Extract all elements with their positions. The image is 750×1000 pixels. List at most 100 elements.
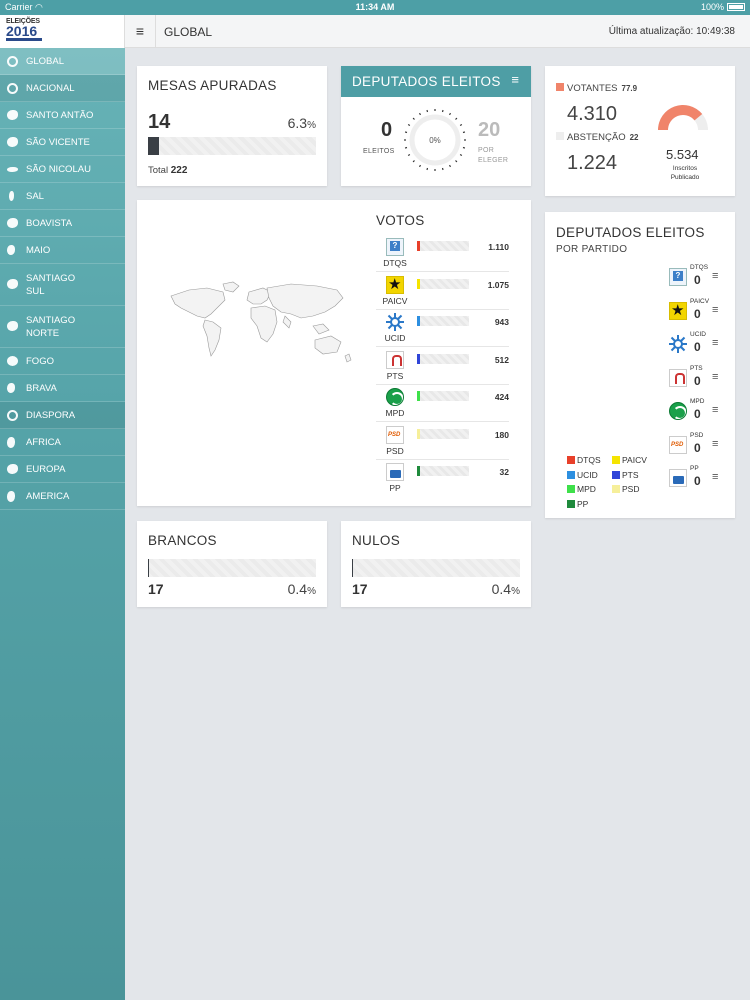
- party-seat-count: 0: [694, 373, 701, 388]
- party-vote-fill: [417, 278, 420, 289]
- last-update: Última atualização: 10:49:38: [608, 26, 735, 37]
- party-vote-fill: [417, 241, 420, 251]
- sidebar-item-america[interactable]: AMERICA: [0, 483, 125, 510]
- legend-swatch: [612, 456, 620, 464]
- party-seat-row[interactable]: MPD 0 ≡: [669, 398, 725, 430]
- party-seat-row[interactable]: PP 0 ≡: [669, 465, 725, 497]
- party-seat-row[interactable]: PSD0 ≡: [669, 432, 725, 464]
- battery-icon: [727, 3, 745, 11]
- sidebar-item-europa[interactable]: EUROPA: [0, 456, 125, 483]
- deputados-header: DEPUTADOS ELEITOS ≡: [341, 66, 531, 97]
- sidebar-item-sao-nicolau[interactable]: SÃO NICOLAU: [0, 156, 125, 183]
- top-bar: ≡ GLOBAL Última atualização: 10:49:38: [125, 15, 750, 48]
- menu-icon[interactable]: ≡: [712, 304, 718, 316]
- party-vote-fill: [417, 316, 420, 326]
- party-vote-row[interactable]: UCID 943: [376, 311, 509, 347]
- sidebar-item-sal[interactable]: SAL: [0, 183, 125, 210]
- gauge-tick: [462, 131, 466, 134]
- party-seat-count: 0: [694, 273, 701, 287]
- party-seat-row[interactable]: PTS 0 ≡: [669, 365, 725, 397]
- party-vote-fill: [417, 353, 420, 364]
- menu-icon[interactable]: ≡: [712, 371, 718, 383]
- party-seat-row[interactable]: DTQS 0 ≡: [669, 264, 725, 296]
- deputados-eleitos-panel: DEPUTADOS ELEITOS ≡ 0 ELEITOS 0% 20 POR E…: [341, 66, 531, 186]
- menu-icon[interactable]: ≡: [511, 72, 519, 87]
- paicv-logo-icon: [386, 275, 404, 294]
- nulos-percent: 0.4%: [491, 581, 520, 597]
- party-vote-bar: [417, 466, 469, 476]
- nulos-progress-bar: [352, 559, 520, 577]
- sidebar-item-diaspora[interactable]: DIASPORA: [0, 402, 125, 429]
- party-vote-count: 1.075: [487, 279, 509, 290]
- gauge-tick: [455, 117, 458, 120]
- sidebar-item-sao-vicente[interactable]: SÃO VICENTE: [0, 129, 125, 156]
- menu-icon[interactable]: ≡: [712, 337, 718, 349]
- psd-logo-icon: [386, 425, 404, 444]
- sidebar-item-brava[interactable]: BRAVA: [0, 375, 125, 402]
- sidebar-item-global[interactable]: GLOBAL: [0, 48, 125, 75]
- legend-item: DTQS: [567, 455, 601, 465]
- menu-icon[interactable]: ≡: [712, 471, 718, 483]
- votantes-half-donut: [658, 104, 708, 130]
- africa-shape: [250, 305, 278, 343]
- progress-fill: [148, 559, 149, 577]
- panel-title: VOTOS: [376, 213, 425, 228]
- party-vote-count: 424: [494, 392, 509, 402]
- menu-icon[interactable]: ≡: [712, 404, 718, 416]
- panel-title: DEPUTADOS ELEITOS: [556, 225, 705, 240]
- logo-line2: 2016: [6, 23, 38, 39]
- votos-panel: VOTOS DTQS 1.110 PAICV 1.075 UCID 943 PTS 512 MP…: [137, 200, 531, 506]
- party-name: PSD: [386, 445, 404, 456]
- sidebar-item-boavista[interactable]: BOAVISTA: [0, 210, 125, 237]
- mpd-logo-icon: [669, 402, 687, 420]
- hamburger-menu-icon[interactable]: ≡: [125, 15, 156, 48]
- abstencao-swatch: [556, 132, 564, 140]
- party-vote-row[interactable]: PP 32: [376, 461, 509, 497]
- page-title: GLOBAL: [164, 25, 213, 39]
- dtqs-logo-icon: [669, 268, 687, 286]
- party-vote-row[interactable]: DTQS 1.110: [376, 236, 509, 272]
- status-bar: Carrier ◠ 11:34 AM 100%: [0, 0, 750, 15]
- sidebar-item-maio[interactable]: MAIO: [0, 237, 125, 264]
- pp-logo-icon: [386, 463, 404, 481]
- party-vote-fill: [417, 466, 420, 476]
- paicv-logo-icon: [669, 301, 687, 320]
- sidebar-item-nacional[interactable]: NACIONAL: [0, 75, 125, 102]
- eleitos-count: 0: [381, 119, 393, 141]
- party-vote-fill: [417, 428, 420, 439]
- sidebar-item-santiago-norte[interactable]: SANTIAGO NORTE: [0, 306, 125, 348]
- party-vote-row[interactable]: PAICV 1.075: [376, 274, 509, 310]
- gauge-tick: [412, 117, 415, 120]
- sidebar-item-santiago-sul[interactable]: SANTIAGO SUL: [0, 264, 125, 306]
- continent-icon: [7, 437, 15, 448]
- party-seat-row[interactable]: UCID 0 ≡: [669, 331, 725, 363]
- party-name: UCID: [384, 333, 406, 343]
- island-icon: [7, 167, 18, 172]
- india-shape: [282, 315, 292, 329]
- sidebar-item-fogo[interactable]: FOGO: [0, 348, 125, 375]
- party-name: PP: [389, 483, 401, 493]
- party-vote-bar: [417, 278, 469, 289]
- legend-swatch: [567, 470, 575, 479]
- menu-icon[interactable]: ≡: [712, 270, 718, 282]
- party-seat-row[interactable]: PAICV0 ≡: [669, 298, 725, 330]
- party-vote-row[interactable]: MPD 424: [376, 386, 509, 422]
- world-map[interactable]: [167, 278, 355, 378]
- legend-swatch: [567, 456, 575, 464]
- party-abbr: UCID: [690, 331, 706, 338]
- sidebar-item-santo-antao[interactable]: SANTO ANTÃO: [0, 102, 125, 129]
- panel-title: NULOS: [352, 533, 401, 548]
- party-vote-row[interactable]: PSD 180: [376, 424, 509, 460]
- party-seat-count: 0: [694, 407, 701, 421]
- legend-item: UCID: [567, 470, 598, 480]
- gauge-tick: [407, 153, 411, 157]
- abstencao-count: 1.224: [567, 152, 618, 174]
- party-abbr: PSD: [690, 431, 704, 439]
- party-vote-count: 32: [499, 467, 509, 477]
- party-abbr: DTQS: [690, 264, 709, 271]
- menu-icon[interactable]: ≡: [712, 438, 718, 450]
- dtqs-logo-icon: [386, 238, 404, 256]
- party-vote-row[interactable]: PTS 512: [376, 349, 509, 385]
- app-logo[interactable]: ELEIÇÕES 2016: [0, 15, 125, 48]
- sidebar-item-africa[interactable]: AFRICA: [0, 429, 125, 456]
